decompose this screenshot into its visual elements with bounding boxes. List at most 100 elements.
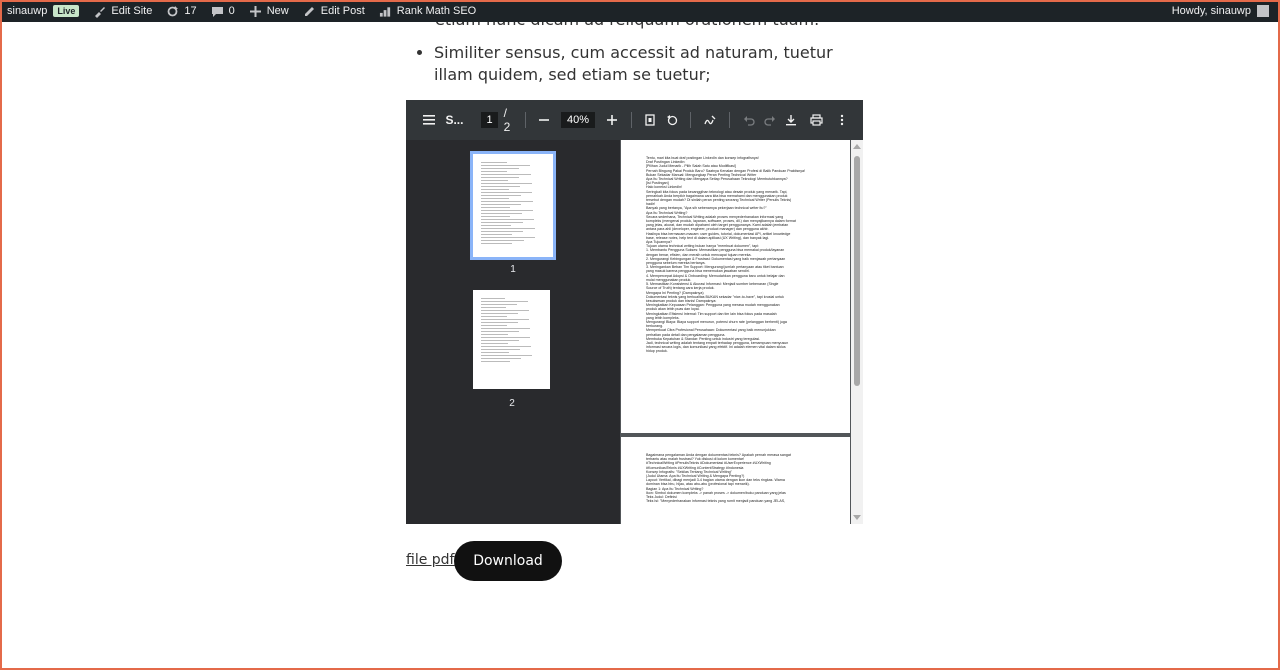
- thumbnail-line: [481, 177, 520, 178]
- thumbnail-line: [481, 301, 528, 302]
- live-badge: Live: [53, 5, 80, 17]
- page-total: / 2: [503, 106, 511, 134]
- thumbnail-line: [481, 319, 530, 320]
- file-pdf-link[interactable]: file pdf: [406, 552, 454, 568]
- thumbnail-line: [481, 180, 508, 181]
- thumbnail-line: [481, 207, 510, 208]
- thumbnail-line: [481, 204, 522, 205]
- annotate-icon[interactable]: [699, 109, 720, 131]
- edit-post-link[interactable]: Edit Post: [296, 0, 372, 22]
- thumbnail-line: [481, 174, 531, 175]
- pdf-page: Bagaimana pengalaman Anda dengan dokumen…: [621, 437, 850, 524]
- thumbnail-label: 2: [509, 398, 515, 409]
- thumbnail-label: 1: [510, 264, 516, 275]
- thumbnail-line: [481, 349, 521, 350]
- thumbnail-line: [481, 213, 522, 214]
- zoom-out-button[interactable]: [534, 109, 555, 131]
- page-text: Tentu, mari kita buat draf postingan Lin…: [621, 140, 850, 354]
- thumbnail-line: [481, 195, 521, 196]
- thumbnail-line: [481, 343, 509, 344]
- zoom-in-button[interactable]: [601, 109, 622, 131]
- thumbnail-line: [481, 304, 517, 305]
- pdf-text-line: Teks Isi: "Menyederhanakan informasi tek…: [646, 499, 786, 504]
- edit-site-link[interactable]: Edit Site: [86, 0, 159, 22]
- scroll-up-icon[interactable]: [853, 144, 861, 149]
- avatar: [1257, 5, 1269, 17]
- thumbnail-line: [481, 201, 533, 202]
- plus-icon: [249, 5, 262, 18]
- thumbnail-line: [481, 240, 524, 241]
- page-thumbnail[interactable]: [473, 290, 550, 389]
- thumbnail-line: [481, 243, 513, 244]
- scroll-thumb[interactable]: [854, 156, 860, 386]
- pdf-viewer: S... 1 / 2 40% 1 2 Tentu, mari kita buat…: [406, 100, 863, 524]
- divider: [690, 112, 692, 128]
- thumbnail-line: [481, 219, 535, 220]
- download-button[interactable]: Download: [454, 541, 562, 581]
- thumbnail-line: [481, 183, 532, 184]
- thumbnail-line: [481, 313, 518, 314]
- bullet-list: Similiter sensus, cum accessit ad natura…: [416, 42, 854, 86]
- divider: [630, 112, 632, 128]
- thumbnail-line: [481, 334, 508, 335]
- thumbnail-line: [481, 231, 524, 232]
- thumbnail-line: [481, 186, 521, 187]
- site-name-label: sinauwp: [7, 5, 48, 17]
- thumbnail-line: [481, 237, 536, 238]
- thumbnail-line: [481, 355, 532, 356]
- thumbnail-line: [481, 165, 531, 166]
- comment-icon: [211, 5, 224, 18]
- thumbnail-line: [481, 222, 523, 223]
- comments-link[interactable]: 0: [204, 0, 242, 22]
- refresh-icon: [166, 5, 179, 18]
- thumbnail-line: [481, 352, 510, 353]
- thumbnail-line: [481, 189, 509, 190]
- download-icon[interactable]: [781, 109, 802, 131]
- pdf-page: Tentu, mari kita buat draf postingan Lin…: [621, 140, 850, 433]
- updates-link[interactable]: 17: [159, 0, 203, 22]
- scroll-down-icon[interactable]: [853, 515, 861, 520]
- new-label: New: [266, 5, 289, 17]
- rank-math-link[interactable]: Rank Math SEO: [372, 0, 483, 22]
- thumbnail-line: [481, 198, 510, 199]
- menu-icon[interactable]: [418, 109, 439, 131]
- list-item: Similiter sensus, cum accessit ad natura…: [434, 42, 854, 86]
- edit-site-label: Edit Site: [111, 5, 153, 17]
- pencil-icon: [303, 5, 316, 18]
- thumbnail-line: [481, 168, 519, 169]
- thumbnail-line: [481, 234, 512, 235]
- my-account-link[interactable]: Howdy, sinauwp: [1165, 0, 1280, 22]
- fit-page-icon[interactable]: [639, 109, 660, 131]
- zoom-input[interactable]: 40%: [561, 112, 596, 128]
- divider: [524, 112, 526, 128]
- site-name-link[interactable]: sinauwp Live: [0, 0, 86, 22]
- print-icon[interactable]: [806, 109, 827, 131]
- redo-icon[interactable]: [759, 109, 780, 131]
- rotate-icon[interactable]: [661, 109, 682, 131]
- thumbnail-line: [481, 337, 531, 338]
- divider: [728, 112, 730, 128]
- pdf-title: S...: [445, 113, 464, 127]
- thumbnail-line: [481, 361, 510, 362]
- page-text: Bagaimana pengalaman Anda dengan dokumen…: [621, 437, 850, 503]
- thumbnail-line: [481, 192, 533, 193]
- thumbnail-line: [481, 331, 519, 332]
- more-options-icon[interactable]: [832, 109, 853, 131]
- pdf-toolbar: S... 1 / 2 40%: [406, 100, 863, 140]
- pdf-page-area: Tentu, mari kita buat draf postingan Lin…: [620, 140, 863, 524]
- thumbnail-line: [481, 325, 508, 326]
- page-thumbnail[interactable]: [470, 151, 556, 260]
- thumbnail-line: [481, 298, 506, 299]
- rank-math-icon: [379, 5, 392, 18]
- pdf-text-line: hidup produk.: [646, 349, 668, 354]
- wp-admin-bar: sinauwp Live Edit Site 17 0 New Edit Pos…: [0, 0, 1280, 22]
- thumbnail-line: [481, 358, 521, 359]
- brush-icon: [93, 5, 106, 18]
- pdf-scrollbar[interactable]: [851, 140, 863, 524]
- new-content-link[interactable]: New: [242, 0, 296, 22]
- comments-count: 0: [228, 5, 235, 17]
- howdy-label: Howdy, sinauwp: [1171, 5, 1251, 17]
- thumbnail-line: [481, 162, 507, 163]
- page-number-input[interactable]: 1: [481, 112, 498, 128]
- undo-icon[interactable]: [738, 109, 759, 131]
